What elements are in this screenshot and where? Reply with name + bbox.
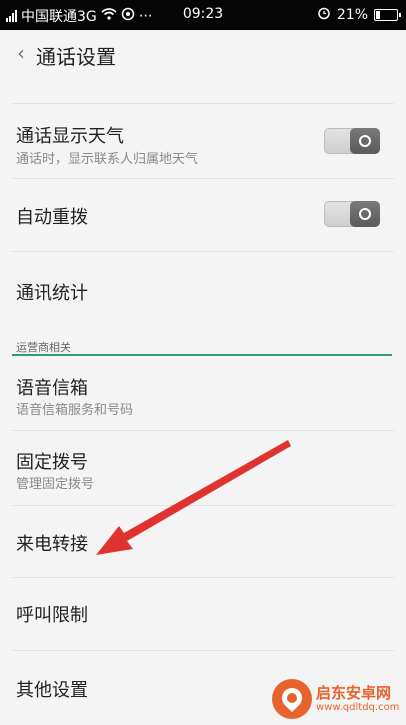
section-divider [12,354,392,356]
setting-title: 语音信箱 [16,378,88,399]
section-label: 运营商相关 [16,341,71,354]
watermark-url: www.qdltdq.com [316,702,400,713]
watermark: 启东安卓网 www.qdltdq.com [272,677,402,721]
setting-title: 呼叫限制 [16,605,88,626]
setting-title: 其他设置 [16,680,88,701]
toggle-knob [350,128,380,154]
watermark-name: 启东安卓网 [316,684,392,702]
alarm-icon [317,6,331,24]
status-bar: 中国联通3G ⋯ 09:23 21% [0,0,406,30]
battery-fill [376,11,380,19]
setting-call-forwarding[interactable]: 来电转接 [0,506,406,577]
setting-subtitle: 语音信箱服务和号码 [16,403,134,418]
setting-title: 来电转接 [16,534,88,555]
setting-title: 自动重拨 [16,207,88,228]
weather-toggle[interactable] [324,128,380,154]
auto-redial-toggle[interactable] [324,201,380,227]
setting-subtitle: 通话时，显示联系人归属地天气 [16,152,199,167]
setting-call-weather[interactable]: 通话显示天气 通话时，显示联系人归属地天气 [0,104,406,178]
setting-fixed-dialing[interactable]: 固定拨号 管理固定拨号 [0,431,406,505]
battery-percent: 21% [336,7,368,23]
setting-call-stats[interactable]: 通讯统计 [0,252,406,330]
battery-icon [374,9,401,21]
clock: 09:23 [182,6,224,22]
chevron-left-icon: ‹ [17,41,25,65]
setting-title: 通讯统计 [16,283,88,304]
setting-voicemail[interactable]: 语音信箱 语音信箱服务和号码 [0,357,406,430]
page-title: 通话设置 [36,45,116,69]
setting-subtitle: 管理固定拨号 [16,477,95,492]
back-button[interactable]: ‹ [10,40,32,66]
watermark-logo-icon [272,679,312,719]
setting-call-barring[interactable]: 呼叫限制 [0,578,406,650]
setting-title: 固定拨号 [16,452,88,473]
setting-auto-redial[interactable]: 自动重拨 [0,179,406,251]
toggle-knob [350,201,380,227]
title-bar: ‹ 通话设置 [0,30,406,78]
setting-title: 通话显示天气 [16,126,124,147]
